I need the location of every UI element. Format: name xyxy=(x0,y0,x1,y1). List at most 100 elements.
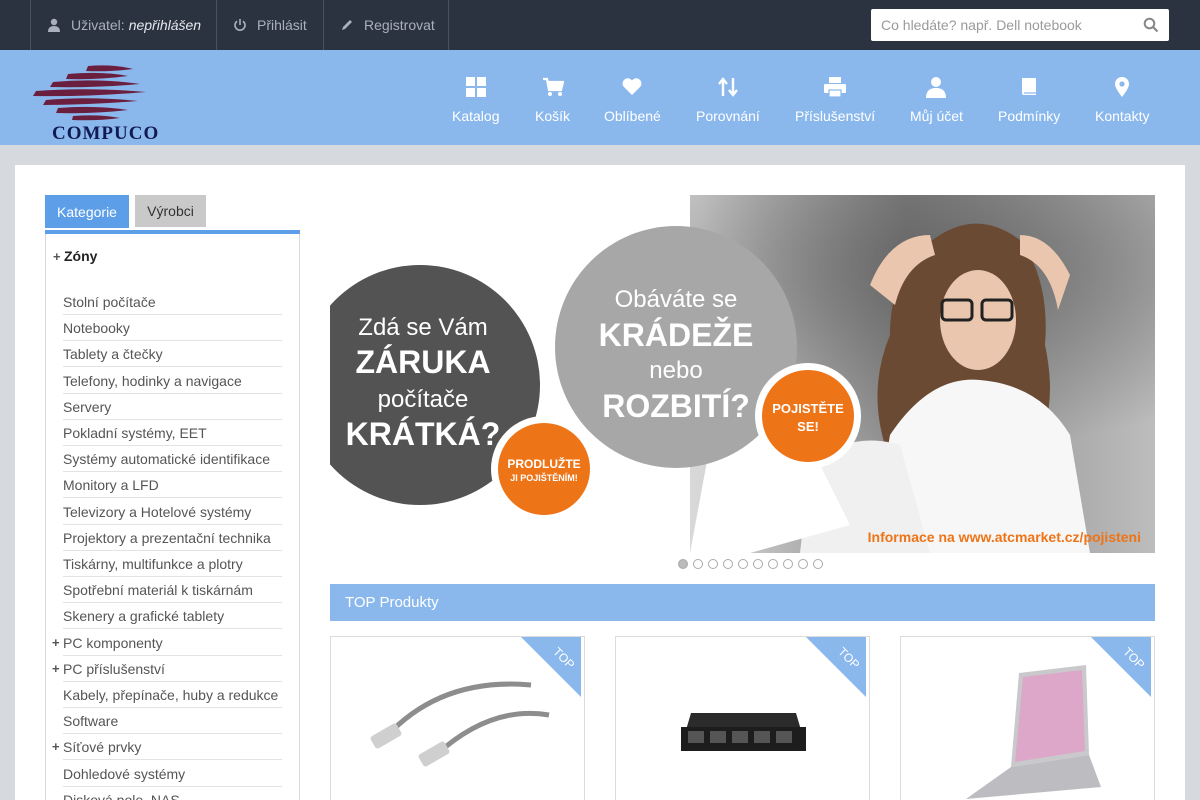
slider-dot[interactable] xyxy=(798,559,808,569)
login-label: Přihlásit xyxy=(257,17,307,33)
banner-text-1: Zdá se Vám xyxy=(358,314,487,341)
category-label: PC příslušenství xyxy=(63,661,165,677)
nav-label: Můj účet xyxy=(910,108,963,124)
promo-banner[interactable]: Zdá se Vám ZÁRUKA počítače KRÁTKÁ? Obává… xyxy=(330,195,1155,553)
nav-prislusenstvi[interactable]: Příslušenství xyxy=(795,75,875,135)
category-label: Kabely, přepínače, huby a redukce xyxy=(63,687,279,703)
category-item[interactable]: Systémy automatické identifikace xyxy=(63,446,282,472)
nav-porovnani[interactable]: Porovnání xyxy=(696,75,760,135)
slider-dot[interactable] xyxy=(813,559,823,569)
banner-text-7: nebo xyxy=(649,357,702,384)
banner-info-text: Informace na www.atcmarket.cz/pojisteni xyxy=(868,529,1141,545)
nav-label: Příslušenství xyxy=(795,108,876,124)
category-item[interactable]: Skenery a grafické tablety xyxy=(63,603,282,629)
zones-label: Zóny xyxy=(64,248,98,264)
category-item[interactable]: Spotřební materiál k tiskárnám xyxy=(63,577,282,603)
sort-arrows-icon xyxy=(717,77,738,97)
category-item[interactable]: Kabely, přepínače, huby a redukce xyxy=(63,682,282,708)
category-item[interactable]: Software xyxy=(63,708,282,734)
product-card[interactable]: TOP xyxy=(330,636,585,800)
power-icon xyxy=(234,19,246,31)
nav-kontakty[interactable]: Kontakty xyxy=(1095,75,1149,135)
map-pin-icon xyxy=(1115,77,1130,97)
slider-dot[interactable] xyxy=(738,559,748,569)
badge-text-2: JI POJIŠTĚNÍM! xyxy=(510,472,578,483)
top-bar: Uživatel: nepřihlášen Přihlásit Registrov… xyxy=(0,0,1200,50)
search-icon[interactable] xyxy=(1143,17,1159,33)
category-label: Servery xyxy=(63,399,112,415)
nav-muj-ucet[interactable]: Můj účet xyxy=(910,75,963,135)
category-label: Spotřební materiál k tiskárnám xyxy=(63,582,253,598)
banner-text-2: ZÁRUKA xyxy=(355,344,490,380)
tab-kategorie[interactable]: Kategorie xyxy=(45,195,129,228)
category-item[interactable]: Telefony, hodinky a navigace xyxy=(63,368,282,394)
user-icon xyxy=(926,77,947,98)
user-status: Uživatel: nepřihlášen xyxy=(30,0,216,50)
expand-icon: + xyxy=(53,248,61,264)
slider-dot[interactable] xyxy=(708,559,718,569)
nav-podminky[interactable]: Podmínky xyxy=(998,75,1060,135)
site-header: COMPUCO Katalog Košík Oblíbené Porovnání… xyxy=(0,50,1200,145)
category-item[interactable]: Tiskárny, multifunkce a plotry xyxy=(63,551,282,577)
slider-dot[interactable] xyxy=(693,559,703,569)
category-item[interactable]: Dohledové systémy xyxy=(63,761,282,787)
laptop-image: TOP xyxy=(966,637,1151,799)
category-item[interactable]: Notebooky xyxy=(63,315,282,341)
expand-icon[interactable]: + xyxy=(52,734,62,760)
category-item[interactable]: Tablety a čtečky xyxy=(63,341,282,367)
category-item[interactable]: + Síťové prvky xyxy=(52,734,282,760)
product-card[interactable]: TOP xyxy=(615,636,870,800)
nav-katalog[interactable]: Katalog xyxy=(452,75,499,135)
product-card[interactable]: TOP xyxy=(900,636,1155,800)
category-label: Pokladní systémy, EET xyxy=(63,425,207,441)
top-products-header: TOP Produkty xyxy=(330,584,1155,621)
category-label: Monitory a LFD xyxy=(63,477,159,493)
grid-icon xyxy=(465,77,486,97)
logo-mark xyxy=(33,65,146,121)
category-item[interactable]: Stolní počítače xyxy=(63,289,282,315)
login-link[interactable]: Přihlásit xyxy=(216,0,323,50)
banner-image: Zdá se Vám ZÁRUKA počítače KRÁTKÁ? Obává… xyxy=(330,195,1155,553)
pencil-icon xyxy=(342,20,352,30)
register-link[interactable]: Registrovat xyxy=(323,0,449,50)
expand-icon[interactable]: + xyxy=(52,630,62,656)
category-item[interactable]: Projektory a prezentační technika xyxy=(63,525,282,551)
category-zones[interactable]: + Zóny xyxy=(53,248,97,264)
user-value: nepřihlášen xyxy=(128,17,202,33)
slider-dot[interactable] xyxy=(678,559,688,569)
category-item[interactable]: Monitory a LFD xyxy=(63,472,282,498)
search-input[interactable] xyxy=(871,9,1121,41)
slider-dot[interactable] xyxy=(723,559,733,569)
category-item[interactable]: Servery xyxy=(63,394,282,420)
slider-dot[interactable] xyxy=(783,559,793,569)
category-item[interactable]: + PC příslušenství xyxy=(52,656,282,682)
heart-icon xyxy=(622,78,642,95)
category-item[interactable]: Televizory a Hotelové systémy xyxy=(63,499,282,525)
network-switch-image: TOP xyxy=(681,637,866,751)
expand-icon[interactable]: + xyxy=(52,656,62,682)
register-label: Registrovat xyxy=(364,17,435,33)
category-label: Systémy automatické identifikace xyxy=(63,451,270,467)
nav-label: Katalog xyxy=(452,108,500,124)
tab-vyrobci[interactable]: Výrobci xyxy=(135,195,206,227)
badge-text-1: PRODLUŽTE xyxy=(507,456,580,471)
nav-kosik[interactable]: Košík xyxy=(535,75,570,135)
nav-label: Oblíbené xyxy=(604,108,661,124)
category-item[interactable]: Disková pole, NAS xyxy=(63,787,282,800)
category-label: Televizory a Hotelové systémy xyxy=(63,504,252,520)
category-item[interactable]: Pokladní systémy, EET xyxy=(63,420,282,446)
category-label: Notebooky xyxy=(63,320,130,336)
badge-text-4: SE! xyxy=(797,419,819,434)
category-label: Tiskárny, multifunkce a plotry xyxy=(63,556,243,572)
banner-text-8: ROZBITÍ? xyxy=(602,388,750,424)
category-label: Software xyxy=(63,713,119,729)
user-icon xyxy=(48,18,60,32)
category-item[interactable]: + PC komponenty xyxy=(52,630,282,656)
printer-icon xyxy=(824,77,847,98)
nav-oblibene[interactable]: Oblíbené xyxy=(604,75,661,135)
slider-dot[interactable] xyxy=(768,559,778,569)
category-label: Skenery a grafické tablety xyxy=(63,608,225,624)
category-label: Disková pole, NAS xyxy=(63,792,180,800)
nav-label: Porovnání xyxy=(696,108,760,124)
slider-dot[interactable] xyxy=(753,559,763,569)
